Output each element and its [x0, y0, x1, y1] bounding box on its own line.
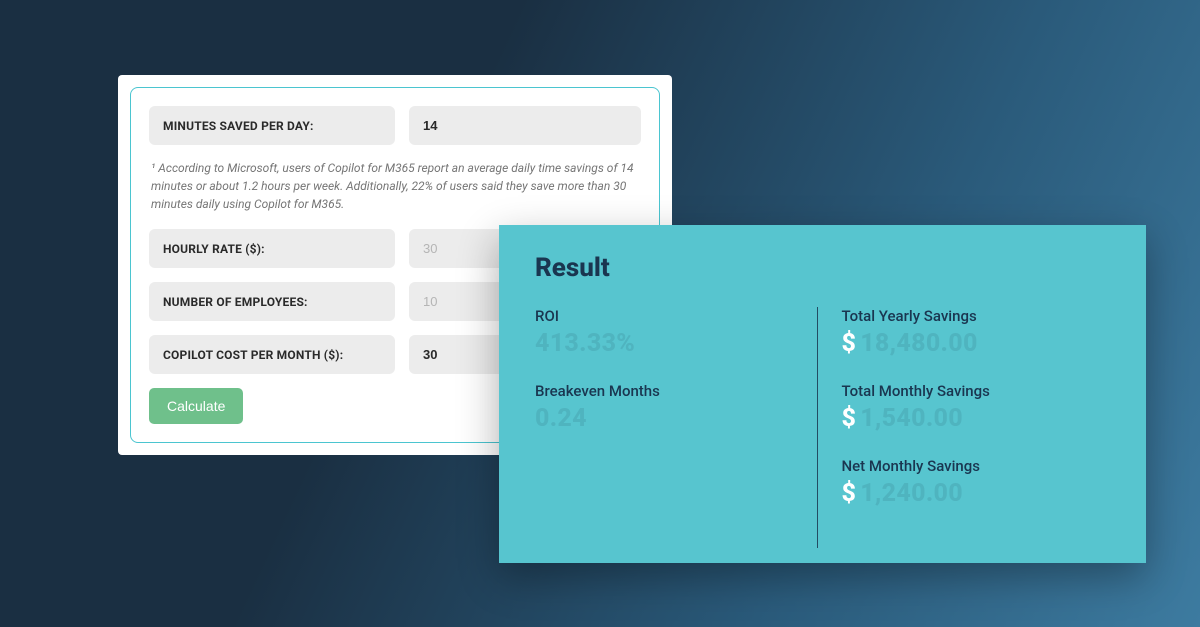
yearly-savings-value: $18,480.00 — [842, 329, 1111, 358]
net-monthly-value: $1,240.00 — [842, 479, 1111, 508]
hourly-rate-label: HOURLY RATE ($): — [149, 229, 395, 268]
roi-label: ROI — [535, 307, 804, 325]
net-monthly-amount: 1,240.00 — [860, 479, 963, 508]
breakeven-value: 0.24 — [535, 404, 804, 433]
result-col-left: ROI 413.33% Breakeven Months 0.24 — [535, 307, 804, 532]
monthly-savings-value: $1,540.00 — [842, 404, 1111, 433]
metric-breakeven: Breakeven Months 0.24 — [535, 382, 804, 433]
minutes-saved-label: MINUTES SAVED PER DAY: — [149, 106, 395, 145]
metric-monthly-savings: Total Monthly Savings $1,540.00 — [842, 382, 1111, 433]
minutes-saved-input[interactable] — [409, 106, 641, 145]
net-monthly-label: Net Monthly Savings — [842, 457, 1111, 475]
dollar-icon: $ — [842, 329, 857, 358]
calculate-button[interactable]: Calculate — [149, 388, 243, 424]
field-minutes-saved: MINUTES SAVED PER DAY: — [149, 106, 641, 145]
metric-roi: ROI 413.33% — [535, 307, 804, 358]
breakeven-label: Breakeven Months — [535, 382, 804, 400]
footnote-text: ¹ According to Microsoft, users of Copil… — [151, 159, 639, 213]
result-col-right: Total Yearly Savings $18,480.00 Total Mo… — [804, 307, 1111, 532]
result-card: Result ROI 413.33% Breakeven Months 0.24… — [499, 225, 1146, 563]
monthly-savings-amount: 1,540.00 — [860, 404, 963, 433]
metric-yearly-savings: Total Yearly Savings $18,480.00 — [842, 307, 1111, 358]
metric-net-monthly: Net Monthly Savings $1,240.00 — [842, 457, 1111, 508]
dollar-icon: $ — [842, 479, 857, 508]
yearly-savings-label: Total Yearly Savings — [842, 307, 1111, 325]
dollar-icon: $ — [842, 404, 857, 433]
yearly-savings-amount: 18,480.00 — [860, 329, 977, 358]
roi-value: 413.33% — [535, 329, 804, 358]
result-grid: ROI 413.33% Breakeven Months 0.24 Total … — [535, 307, 1110, 532]
num-employees-label: NUMBER OF EMPLOYEES: — [149, 282, 395, 321]
copilot-cost-label: COPILOT COST PER MONTH ($): — [149, 335, 395, 374]
result-title: Result — [535, 253, 1110, 283]
monthly-savings-label: Total Monthly Savings — [842, 382, 1111, 400]
result-divider — [817, 307, 818, 548]
